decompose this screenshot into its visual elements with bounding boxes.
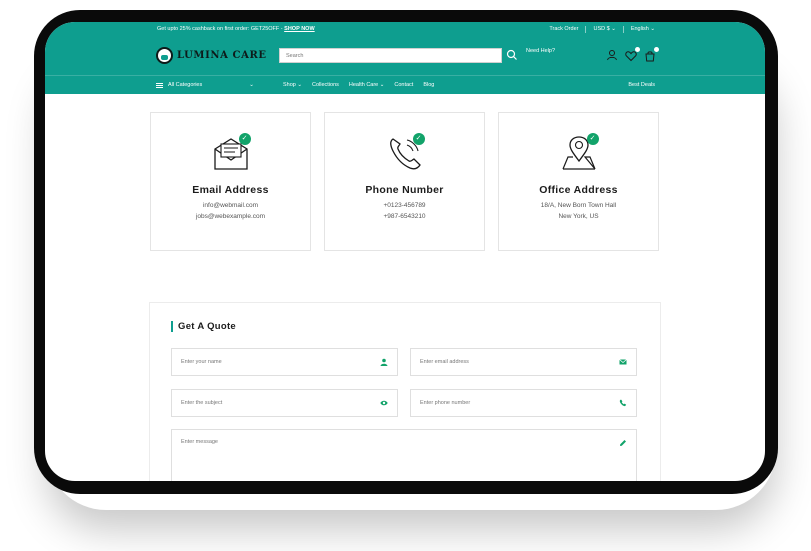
card-line: +987-6543210 bbox=[383, 213, 426, 220]
envelope-icon bbox=[619, 359, 627, 365]
card-title: Email Address bbox=[192, 184, 269, 196]
office-card: ✓ Office Address 18/A, New Born Town Hal… bbox=[498, 112, 659, 251]
cart-icon bbox=[645, 51, 655, 62]
divider bbox=[585, 25, 587, 33]
promo-banner: Get upto 25% cashback on first order: GE… bbox=[157, 26, 315, 32]
card-line: New York, US bbox=[558, 213, 599, 220]
pencil-icon bbox=[620, 440, 626, 446]
email-card: ✓ Email Address info@webmail.com jobs@we… bbox=[150, 112, 311, 251]
shop-now-link[interactable]: SHOP NOW bbox=[284, 26, 314, 32]
envelope-icon: ✓ bbox=[211, 133, 251, 173]
currency-select[interactable]: USD $ ⌄ bbox=[593, 26, 615, 32]
wishlist-badge bbox=[635, 47, 640, 52]
all-categories-button[interactable]: All Categories ⌄ bbox=[156, 82, 254, 88]
check-badge-icon: ✓ bbox=[238, 133, 251, 145]
card-line: info@webmail.com bbox=[202, 202, 258, 209]
heart-icon bbox=[625, 51, 637, 62]
device-mockup: Get upto 25% cashback on first order: GE… bbox=[0, 0, 811, 551]
eye-icon bbox=[380, 400, 388, 406]
search-icon[interactable] bbox=[506, 49, 518, 61]
phone-card: ✓ Phone Number +0123-456789 +987-6543210 bbox=[324, 112, 485, 251]
name-placeholder: Enter your name bbox=[181, 359, 222, 365]
email-placeholder: Enter email address bbox=[420, 359, 469, 365]
site-header: LUMINA CARE Search Need Help? bbox=[45, 36, 765, 75]
logo[interactable]: LUMINA CARE bbox=[156, 47, 267, 64]
nav-shop[interactable]: Shop ⌄ bbox=[283, 82, 302, 88]
nav-collections[interactable]: Collections bbox=[312, 82, 339, 88]
menu-icon bbox=[156, 82, 163, 88]
screen: Get upto 25% cashback on first order: GE… bbox=[45, 22, 765, 481]
map-pin-icon: ✓ bbox=[559, 133, 599, 173]
wishlist-button[interactable] bbox=[625, 47, 640, 62]
card-line: +0123-456789 bbox=[383, 202, 426, 209]
phone-icon bbox=[619, 399, 627, 407]
contact-page-content: ✓ Email Address info@webmail.com jobs@we… bbox=[45, 94, 765, 481]
chevron-down-icon: ⌄ bbox=[249, 82, 254, 88]
card-line: 18/A, New Born Town Hall bbox=[540, 202, 617, 209]
quote-form: Get A Quote Enter your name Enter email … bbox=[149, 302, 661, 481]
subject-placeholder: Enter the subject bbox=[181, 400, 223, 406]
phone-icon: ✓ bbox=[385, 133, 425, 173]
card-title: Phone Number bbox=[365, 184, 444, 196]
all-categories-label: All Categories bbox=[168, 82, 203, 88]
card-line: jobs@webexample.com bbox=[195, 213, 266, 220]
phone-placeholder: Enter phone number bbox=[420, 400, 471, 406]
main-nav: All Categories ⌄ Shop ⌄ Collections Heal… bbox=[45, 75, 765, 94]
email-field[interactable]: Enter email address bbox=[410, 348, 637, 376]
user-icon[interactable] bbox=[606, 49, 618, 61]
message-field[interactable]: Enter message bbox=[171, 429, 637, 481]
nav-contact[interactable]: Contact bbox=[394, 82, 413, 88]
cart-badge bbox=[654, 47, 659, 52]
quote-title: Get A Quote bbox=[171, 321, 236, 332]
message-placeholder: Enter message bbox=[181, 439, 218, 445]
card-title: Office Address bbox=[539, 184, 618, 196]
nav-blog[interactable]: Blog bbox=[423, 82, 434, 88]
divider bbox=[622, 25, 624, 33]
top-bar: Get upto 25% cashback on first order: GE… bbox=[45, 22, 765, 36]
language-select[interactable]: English ⌄ bbox=[631, 26, 655, 32]
phone-field[interactable]: Enter phone number bbox=[410, 389, 637, 417]
check-badge-icon: ✓ bbox=[412, 133, 425, 145]
track-order-link[interactable]: Track Order bbox=[549, 26, 578, 32]
best-deals-link[interactable]: Best Deals bbox=[628, 82, 655, 88]
user-icon bbox=[380, 358, 388, 366]
cart-button[interactable] bbox=[644, 47, 659, 62]
name-field[interactable]: Enter your name bbox=[171, 348, 398, 376]
subject-field[interactable]: Enter the subject bbox=[171, 389, 398, 417]
logo-text: LUMINA CARE bbox=[177, 50, 267, 61]
nav-health-care[interactable]: Health Care ⌄ bbox=[349, 82, 384, 88]
search-input[interactable]: Search bbox=[279, 48, 502, 63]
logo-mark-icon bbox=[156, 47, 173, 64]
need-help-text[interactable]: Need Help? bbox=[526, 48, 555, 54]
check-badge-icon: ✓ bbox=[586, 133, 599, 145]
